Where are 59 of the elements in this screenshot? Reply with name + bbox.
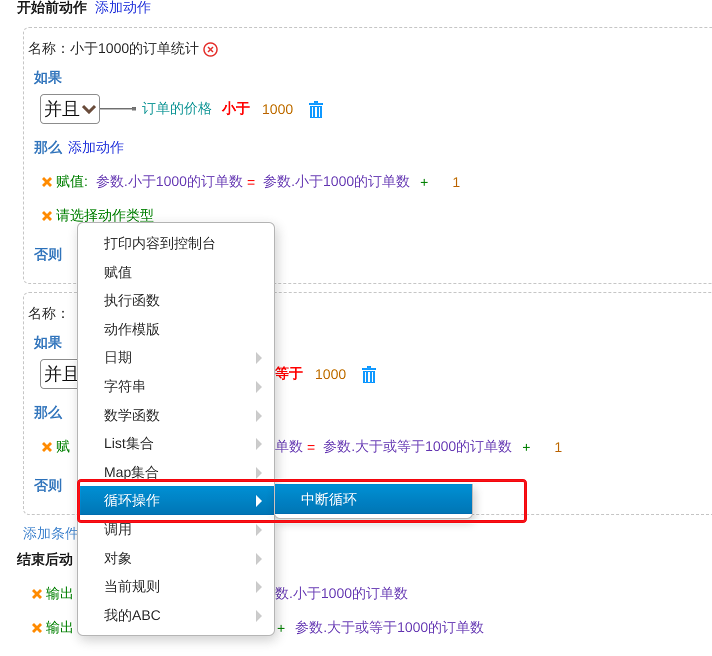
menu-item[interactable]: List集合 xyxy=(78,429,274,458)
chevron-down-icon xyxy=(82,104,96,114)
parameter-field[interactable]: 数.小于1000的订单数 xyxy=(275,585,408,603)
operator[interactable]: 小于 xyxy=(222,100,250,118)
section-title: 结束后动 xyxy=(17,551,73,569)
remove-icon[interactable] xyxy=(203,42,218,56)
menu-item[interactable]: 执行函数 xyxy=(78,286,274,315)
menu-item[interactable]: 赋值 xyxy=(78,258,274,286)
delete-icon[interactable] xyxy=(30,587,44,601)
equals-sign: = xyxy=(307,439,316,455)
menu-item[interactable]: 当前规则 xyxy=(78,572,274,601)
logic-select[interactable]: 并且 xyxy=(40,94,100,124)
submenu-item[interactable]: 中断循环 xyxy=(275,484,472,514)
action-type: 赋值: xyxy=(56,173,88,191)
action-type: 输出 xyxy=(46,585,74,603)
if-label: 如果 xyxy=(34,69,62,87)
menu-item[interactable]: 我的ABC xyxy=(78,600,274,630)
value-text[interactable]: 1 xyxy=(554,439,562,455)
action-type-prompt[interactable]: 请选择动作类型 xyxy=(56,207,154,225)
menu-item[interactable]: Map集合 xyxy=(78,458,274,486)
delete-icon[interactable] xyxy=(40,175,54,189)
operator[interactable]: 等于 xyxy=(275,365,303,383)
parameter-field[interactable]: 参数.大于或等于1000的订单数 xyxy=(323,438,512,456)
trash-icon[interactable] xyxy=(309,100,324,118)
menu-item[interactable]: 打印内容到控制台 xyxy=(78,229,274,258)
else-label: 否则 xyxy=(34,477,62,495)
delete-icon[interactable] xyxy=(30,621,44,635)
rule-name: 名称： xyxy=(28,305,70,323)
value-text[interactable]: 1 xyxy=(452,174,460,190)
trash-icon[interactable] xyxy=(362,366,376,382)
parameter-field[interactable]: 单数 xyxy=(275,438,303,456)
add-condition-link[interactable]: 添加条件 xyxy=(23,525,79,543)
parameter-field[interactable]: 参数.大于或等于1000的订单数 xyxy=(295,619,484,637)
parameter-field[interactable]: 参数.小于1000的订单数 xyxy=(263,173,410,191)
value-text[interactable]: 1000 xyxy=(262,101,294,117)
delete-icon[interactable] xyxy=(40,440,54,454)
plus-sign: + xyxy=(277,620,286,636)
menu-item[interactable]: 动作模版 xyxy=(78,314,274,344)
if-label: 如果 xyxy=(34,334,62,352)
plus-sign: + xyxy=(420,174,428,190)
value-text[interactable]: 1000 xyxy=(315,366,346,382)
rule-name: 名称：小于1000的订单统计 xyxy=(28,40,200,58)
add-action-link[interactable]: 添加动作 xyxy=(68,139,124,157)
connector-line xyxy=(100,107,136,111)
then-label: 那么 xyxy=(34,404,62,422)
else-label: 否则 xyxy=(34,246,62,264)
menu-item[interactable]: 数学函数 xyxy=(78,400,274,430)
then-label: 那么 xyxy=(34,139,62,157)
equals-sign: = xyxy=(246,174,256,190)
add-action-link[interactable]: 添加动作 xyxy=(95,0,151,17)
action-type: 输出 xyxy=(46,619,74,637)
menu-item[interactable]: 调用 xyxy=(78,514,274,544)
menu-item[interactable]: 循环操作 xyxy=(78,486,274,515)
menu-item[interactable]: 对象 xyxy=(78,544,274,572)
delete-icon[interactable] xyxy=(40,209,54,223)
parameter-field[interactable]: 参数.小于1000的订单数 xyxy=(96,173,243,191)
action-type: 赋 xyxy=(56,438,70,456)
plus-sign: + xyxy=(522,439,530,455)
section-title: 开始前动作 xyxy=(17,0,87,17)
